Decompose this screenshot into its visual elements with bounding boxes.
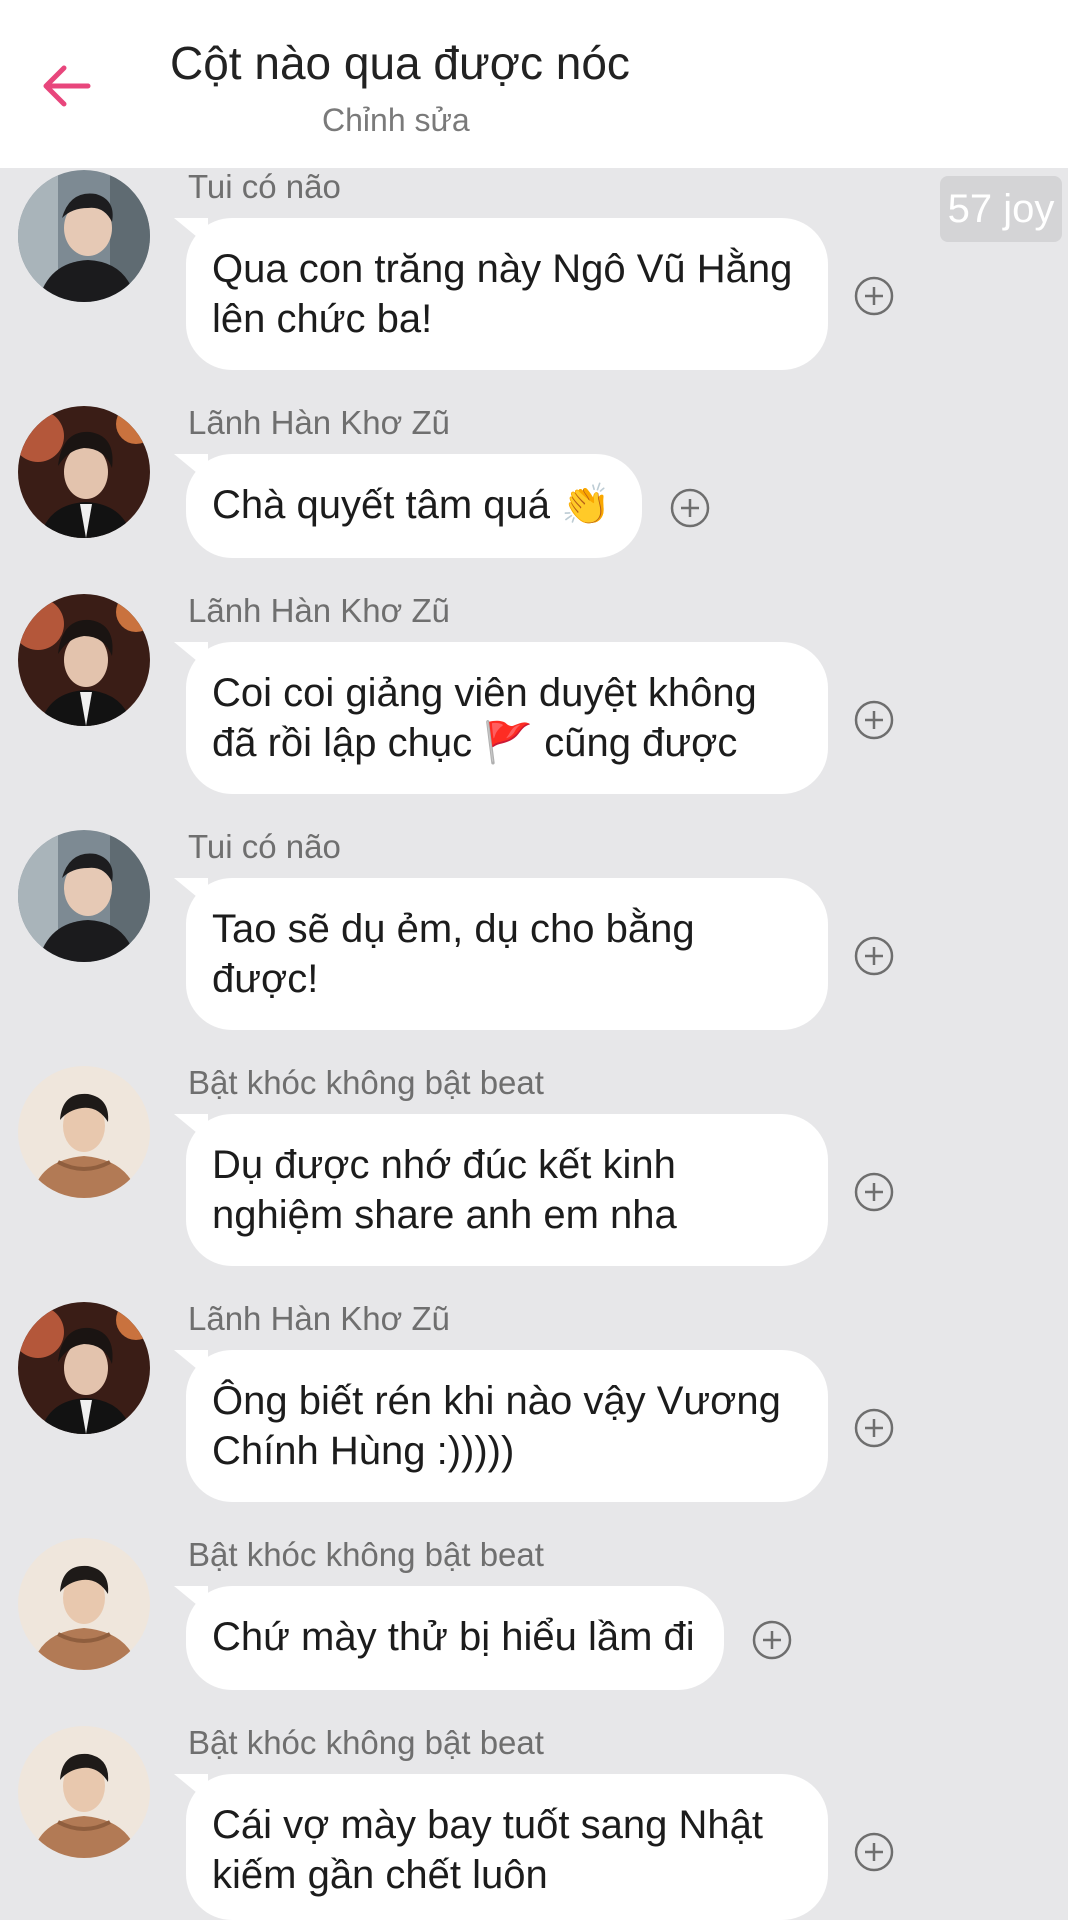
message-text-line: Ông biết rén khi nào vậy Vương <box>212 1379 781 1423</box>
message-author: Bật khóc không bật beat <box>188 1724 544 1761</box>
message-text-line: Cái vợ mày bay tuốt sang Nhật <box>212 1803 763 1847</box>
red-flag-icon: 🚩 <box>483 721 534 765</box>
message-text-line: đã rồi lập chục 🚩 cũng được <box>212 721 738 765</box>
message-text-line: Qua con trăng này Ngô Vũ Hằng <box>212 247 793 291</box>
clapping-hands-icon: 👏 <box>561 483 611 527</box>
message-text-line: nghiệm share anh em nha <box>212 1193 677 1237</box>
add-reaction-icon[interactable] <box>670 488 710 528</box>
avatar-tui-co-nao[interactable] <box>18 170 150 302</box>
message-author: Bật khóc không bật beat <box>188 1064 544 1101</box>
message-text-line: được! <box>212 957 319 1001</box>
message-author: Lãnh Hàn Khơ Zũ <box>188 1300 450 1337</box>
add-reaction-icon[interactable] <box>854 1832 894 1872</box>
message-author: Bật khóc không bật beat <box>188 1536 544 1573</box>
message-author: Lãnh Hàn Khơ Zũ <box>188 404 450 441</box>
add-reaction-icon[interactable] <box>854 700 894 740</box>
avatar-lanh-han-kho-zu[interactable] <box>18 594 150 726</box>
message-bubble[interactable]: Coi coi giảng viên duyệt không đã rồi lậ… <box>186 642 828 794</box>
message-author: Tui có não <box>188 168 341 205</box>
add-reaction-icon[interactable] <box>854 1172 894 1212</box>
add-reaction-icon[interactable] <box>854 1408 894 1448</box>
add-reaction-icon[interactable] <box>854 276 894 316</box>
avatar-tui-co-nao[interactable] <box>18 830 150 962</box>
message-bubble[interactable]: Chứ mày thử bị hiểu lầm đi <box>186 1586 724 1690</box>
message-text-line: Tao sẽ dụ ẻm, dụ cho bằng <box>212 907 695 951</box>
avatar-bat-khoc[interactable] <box>18 1726 150 1858</box>
avatar-lanh-han-kho-zu[interactable] <box>18 406 150 538</box>
message-text-line: kiếm gần chết luôn <box>212 1853 548 1897</box>
arrow-left-icon <box>43 65 91 107</box>
message-bubble[interactable]: Qua con trăng này Ngô Vũ Hằng lên chức b… <box>186 218 828 370</box>
message-text-line: lên chức ba! <box>212 297 433 341</box>
avatar-bat-khoc[interactable] <box>18 1538 150 1670</box>
message-bubble[interactable]: Cái vợ mày bay tuốt sang Nhật kiếm gần c… <box>186 1774 828 1920</box>
chat-title: Cột nào qua được nóc <box>170 37 630 89</box>
avatar-lanh-han-kho-zu[interactable] <box>18 1302 150 1434</box>
back-button[interactable] <box>34 54 98 118</box>
add-reaction-icon[interactable] <box>854 936 894 976</box>
message-text-line: Chứ mày thử bị hiểu lầm đi <box>212 1615 695 1659</box>
message-author: Tui có não <box>188 828 341 865</box>
chat-header: Cột nào qua được nóc Chỉnh sửa <box>0 0 1068 168</box>
message-text-line: Chà quyết tâm quá 👏 <box>212 483 611 527</box>
joy-badge: 57 joy <box>940 176 1062 242</box>
edit-link[interactable]: Chỉnh sửa <box>322 102 470 139</box>
message-bubble[interactable]: Chà quyết tâm quá 👏 <box>186 454 642 558</box>
message-bubble[interactable]: Dụ được nhớ đúc kết kinh nghiệm share an… <box>186 1114 828 1266</box>
message-text-line: Chính Hùng :))))) <box>212 1429 515 1473</box>
message-author: Lãnh Hàn Khơ Zũ <box>188 592 450 629</box>
avatar-bat-khoc[interactable] <box>18 1066 150 1198</box>
message-bubble[interactable]: Ông biết rén khi nào vậy Vương Chính Hùn… <box>186 1350 828 1502</box>
message-text-line: Dụ được nhớ đúc kết kinh <box>212 1143 676 1187</box>
message-bubble[interactable]: Tao sẽ dụ ẻm, dụ cho bằng được! <box>186 878 828 1030</box>
message-text-line: Coi coi giảng viên duyệt không <box>212 671 757 715</box>
add-reaction-icon[interactable] <box>752 1620 792 1660</box>
